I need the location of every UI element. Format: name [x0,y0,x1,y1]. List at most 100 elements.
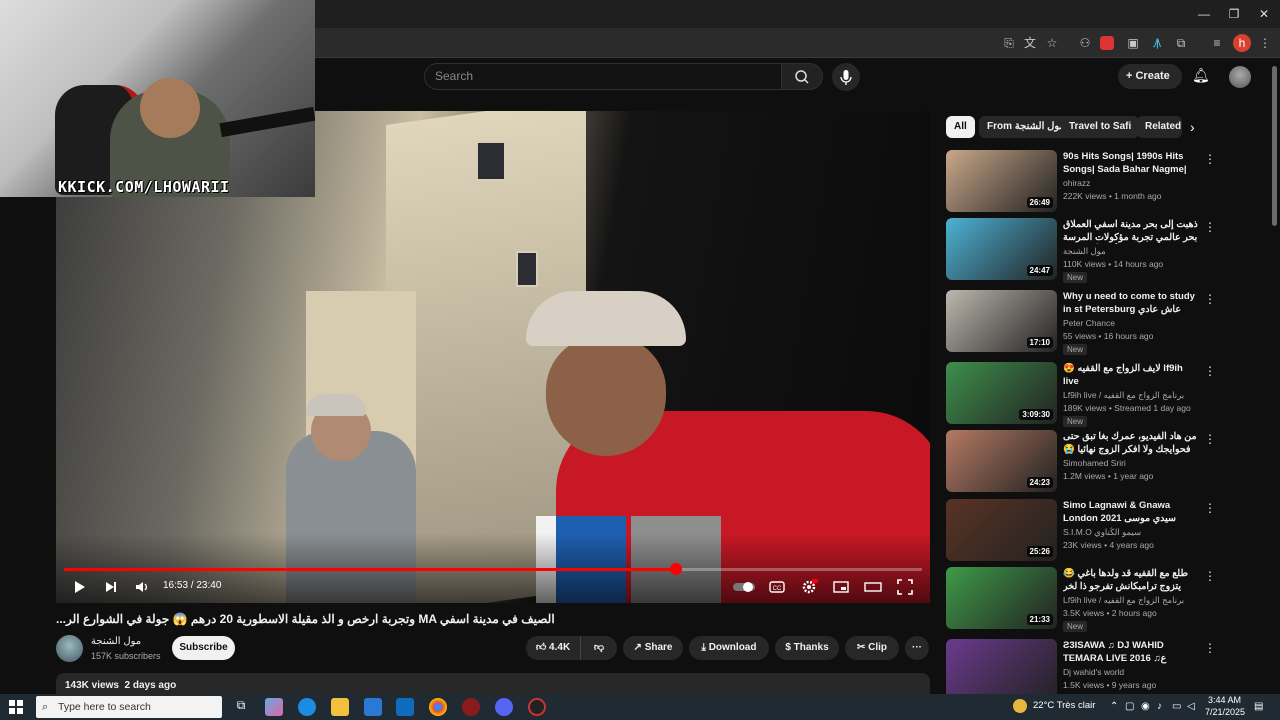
task-view-icon[interactable]: ⧉ [232,698,250,716]
chip-related[interactable]: Related [1137,116,1182,138]
recommendation-title[interactable]: Why u need to come to study in st Peters… [1063,290,1201,316]
fullscreen-button[interactable] [896,578,914,596]
create-button[interactable]: + Create [1118,64,1182,89]
app-icon[interactable] [462,698,480,716]
file-explorer-icon[interactable] [331,698,349,716]
bookmark-star-icon[interactable]: ☆ [1043,34,1061,52]
extension-box-icon[interactable]: ▣ [1124,34,1142,52]
taskbar-search-input[interactable]: Type here to search [36,696,222,718]
channel-avatar[interactable] [56,635,83,662]
progress-scrubber[interactable] [669,563,682,575]
install-app-icon[interactable]: ⎘ [1000,34,1018,52]
recommendation-item[interactable]: 24:47 ذهبت إلى بحر مدينة اسفي العملاق بحر… [946,218,1258,283]
recommendation-item[interactable]: 21:33 😂 طلع مع القفيه قد ولدها باغي يتزوج… [946,567,1258,632]
recommendation-channel[interactable]: مول الشنجة [1063,246,1201,257]
translate-icon[interactable]: 文 [1021,34,1039,52]
voice-search-button[interactable] [832,63,860,91]
captions-button[interactable]: CC [768,578,786,596]
search-button[interactable] [781,63,823,90]
close-window-button[interactable]: ✕ [1249,5,1279,23]
channel-name[interactable]: مول الشنجة [91,636,141,647]
extension-red-icon[interactable] [1100,36,1114,50]
recommendation-item[interactable]: 26:49 90s Hits Songs| 1990s Hits Songs| S… [946,150,1258,214]
recommendation-thumbnail[interactable] [946,639,1057,701]
settings-button[interactable] [800,578,818,596]
tray-chevron-icon[interactable]: ⌃ [1110,701,1118,712]
thanks-button[interactable]: $ Thanks [775,636,839,660]
recommendation-item[interactable]: 24:23 من هاد الفيديو، عمرك بغا تبق حتى فح… [946,430,1258,494]
recommendation-item[interactable]: 25:26 Simo Lagnawi & Gnawa London 2021 سي… [946,499,1258,563]
recommendation-title[interactable]: 90s Hits Songs| 1990s Hits Songs| Sada B… [1063,150,1201,176]
recommendation-thumbnail[interactable]: 3:09:30 [946,362,1057,424]
chip-travel-to-safi[interactable]: Travel to Safi [1061,116,1140,138]
recommendation-channel[interactable]: S.I.M.O سيمو الڭناوي [1063,527,1201,538]
recommendation-channel[interactable]: Dj wahid's world [1063,667,1201,677]
autoplay-toggle[interactable] [732,578,756,596]
search-input[interactable]: Search [424,63,782,90]
weather-text[interactable]: 22°C Très clair [1033,700,1095,711]
reading-list-icon[interactable]: ≡ [1208,34,1226,52]
recommendation-channel[interactable]: Lf9ih live / برنامج الزواج مع القفيه [1063,390,1201,401]
like-button[interactable]: 👍︎ 4.4K [526,636,580,660]
discord-icon[interactable] [495,698,513,716]
chip-all[interactable]: All [946,116,975,138]
clip-button[interactable]: ✂ Clip [845,636,899,660]
download-button[interactable]: ⤓ Download [689,636,769,660]
tray-mic-icon[interactable]: ♪ [1157,701,1162,712]
more-actions-button[interactable]: ··· [905,636,929,660]
recommendation-channel[interactable]: Lf9ih live / برنامج الزواج مع القفيه [1063,595,1201,606]
miniplayer-button[interactable] [832,578,850,596]
notifications-bell-icon[interactable]: 🔔︎ [1192,67,1210,85]
chip-from-channel[interactable]: From مول الشنجة [979,116,1073,138]
more-vert-icon[interactable]: ⋮ [1204,292,1216,306]
user-avatar[interactable] [1229,66,1251,88]
more-vert-icon[interactable]: ⋮ [1204,432,1216,446]
recommendation-thumbnail[interactable]: 26:49 [946,150,1057,212]
next-button[interactable] [102,578,120,596]
more-vert-icon[interactable]: ⋮ [1204,569,1216,583]
more-vert-icon[interactable]: ⋮ [1204,152,1216,166]
recommendation-channel[interactable]: Peter Chance [1063,318,1201,328]
more-vert-icon[interactable]: ⋮ [1204,364,1216,378]
recommendation-title[interactable]: Simo Lagnawi & Gnawa London 2021 سيدي مو… [1063,499,1201,525]
recommendation-title[interactable]: 😂 طلع مع القفيه قد ولدها باغي يتزوج ترام… [1063,567,1201,593]
edge-icon[interactable] [298,698,316,716]
extension-translate-icon[interactable]: Ꙟ [1148,34,1166,52]
copilot-icon[interactable] [265,698,283,716]
more-vert-icon[interactable]: ⋮ [1204,641,1216,655]
extension-icon[interactable]: ⚇ [1076,34,1094,52]
recommendation-title[interactable]: من هاد الفيديو، عمرك بغا تبق حتى فحوايجك… [1063,430,1201,456]
recommendation-thumbnail[interactable]: 21:33 [946,567,1057,629]
subscribe-button[interactable]: Subscribe [172,636,235,660]
recommendation-title[interactable]: Ƨ3ISAWA ♫ DJ WAHID TEMARA LIVE 2016 ♫ع [1063,639,1201,665]
chevron-right-icon[interactable]: › [1190,119,1195,135]
recommendation-title[interactable]: 😍 لايف الزواج مع القفيه lf9ih live [1063,362,1201,388]
start-button[interactable] [9,700,23,714]
volume-button[interactable] [133,578,151,596]
share-button[interactable]: ↗ Share [623,636,683,660]
recommendation-title[interactable]: ذهبت إلى بحر مدينة اسفي العملاق بحر عالم… [1063,218,1201,244]
scrollbar-thumb[interactable] [1272,66,1277,226]
network-icon[interactable]: ▭ [1172,701,1181,712]
dislike-button[interactable]: 👎︎ [580,636,617,660]
store-icon[interactable] [364,698,382,716]
speaker-icon[interactable]: ◁ [1187,701,1195,712]
play-button[interactable] [70,578,88,596]
recommendation-thumbnail[interactable]: 24:47 [946,218,1057,280]
obs-icon[interactable] [528,698,546,716]
more-vert-icon[interactable]: ⋮ [1204,501,1216,515]
recommendation-channel[interactable]: ohirazz [1063,178,1201,188]
recommendation-thumbnail[interactable]: 17:10 [946,290,1057,352]
minimize-button[interactable]: — [1189,5,1219,23]
tray-network-app-icon[interactable]: ◉ [1141,701,1150,712]
recommendation-item[interactable]: 3:09:30 😍 لايف الزواج مع القفيه lf9ih liv… [946,362,1258,427]
notifications-icon[interactable]: ▤ [1254,701,1263,712]
profile-icon[interactable]: h [1233,34,1251,52]
more-vert-icon[interactable]: ⋮ [1204,220,1216,234]
tray-app-icon[interactable]: ▢ [1125,701,1134,712]
browser-menu-icon[interactable]: ⋮ [1256,34,1274,52]
theater-mode-button[interactable] [864,578,882,596]
recommendation-thumbnail[interactable]: 25:26 [946,499,1057,561]
chrome-icon[interactable] [429,698,447,716]
recommendation-item[interactable]: 17:10 Why u need to come to study in st P… [946,290,1258,355]
